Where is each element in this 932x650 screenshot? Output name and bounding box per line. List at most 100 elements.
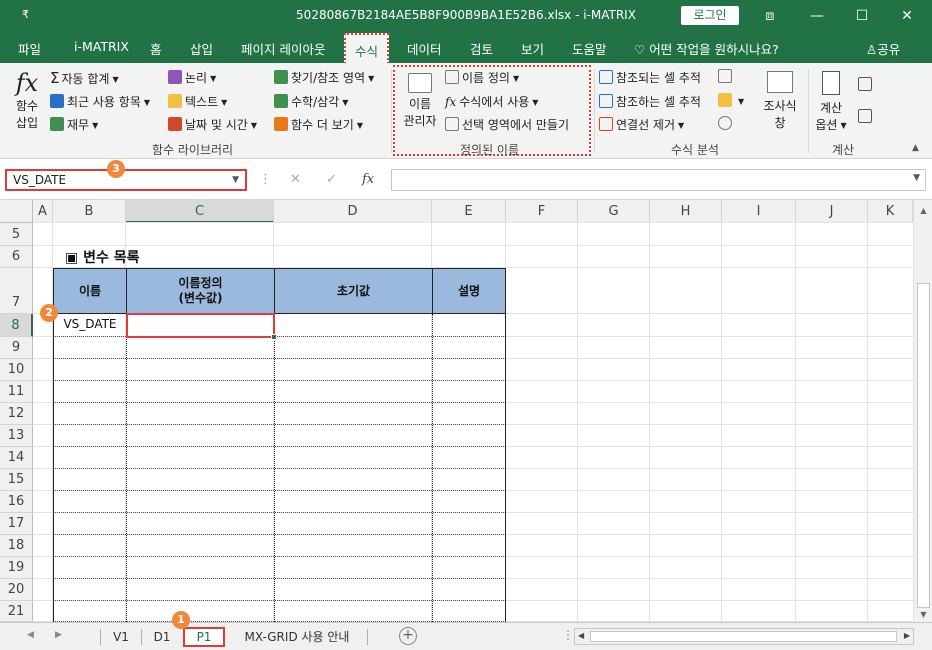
row-header-17[interactable]: 17 <box>0 513 33 535</box>
row-header-12[interactable]: 12 <box>0 403 33 425</box>
row-header-6[interactable]: 6 <box>0 246 33 268</box>
maximize-button[interactable]: ☐ <box>846 4 878 28</box>
column-header-c[interactable]: C <box>126 200 274 223</box>
sheet-tab-d1[interactable]: D1 <box>144 627 180 647</box>
select-all-corner[interactable] <box>0 200 33 223</box>
worksheet-grid[interactable]: ABCDEFGHIJK 5 6 7 8 9 10 11 12 13 14 15 16 17 18 19 20 2… <box>0 200 932 622</box>
calculate-sheet-icon[interactable] <box>858 109 875 124</box>
cancel-icon[interactable]: ✕ <box>290 172 301 187</box>
column-header-i[interactable]: I <box>722 200 796 223</box>
autosum-button[interactable]: Σ 자동 합계 ▼ <box>50 69 119 87</box>
name-box-dropdown-icon[interactable]: ▼ <box>232 171 239 189</box>
row-header-7[interactable]: 7 <box>0 268 33 314</box>
selected-cell-c8[interactable] <box>126 313 277 340</box>
tab-page-layout[interactable]: 페이지 레이아웃 <box>241 39 325 58</box>
close-button[interactable]: ✕ <box>891 4 923 28</box>
vertical-scrollbar[interactable]: ▲ ▼ <box>913 200 932 622</box>
row-header-19[interactable]: 19 <box>0 557 33 579</box>
column-header-g[interactable]: G <box>578 200 650 223</box>
enter-icon[interactable]: ✓ <box>326 172 337 187</box>
math-trig-button[interactable]: 수학/삼각 ▼ <box>274 93 348 110</box>
sheet-tab-v1[interactable]: V1 <box>103 627 139 647</box>
share-button[interactable]: ♙공유 <box>866 39 900 58</box>
recent-functions-button[interactable]: 최근 사용 항목 ▼ <box>50 93 150 110</box>
row-header-11[interactable]: 11 <box>0 381 33 403</box>
vertical-scroll-thumb[interactable] <box>917 283 930 608</box>
column-header-e[interactable]: E <box>432 200 506 223</box>
calculation-options-button[interactable]: 계산 옵션 ▼ <box>813 71 849 133</box>
scroll-down-icon[interactable]: ▼ <box>914 610 932 619</box>
sheet-tab-mx-grid-guide[interactable]: MX-GRID 사용 안내 <box>232 627 362 647</box>
row-header-14[interactable]: 14 <box>0 447 33 469</box>
tab-imatrix[interactable]: i-MATRIX <box>74 39 129 54</box>
row-header-18[interactable]: 18 <box>0 535 33 557</box>
horizontal-scrollbar[interactable]: ◀ ▶ <box>574 628 914 645</box>
column-header-d[interactable]: D <box>274 200 432 223</box>
show-formulas-icon[interactable] <box>718 69 735 84</box>
minimize-button[interactable]: — <box>801 4 833 28</box>
error-checking-icon[interactable]: ▼ <box>718 93 744 108</box>
scroll-up-icon[interactable]: ▲ <box>914 206 932 215</box>
insert-function-icon[interactable]: fx <box>362 172 374 187</box>
login-button[interactable]: 로그인 <box>681 6 739 25</box>
tab-split-icon[interactable]: ⋮ <box>562 628 574 642</box>
row-header-21[interactable]: 21 <box>0 601 33 622</box>
evaluate-formula-icon[interactable] <box>718 116 735 131</box>
row-header-20[interactable]: 20 <box>0 579 33 601</box>
cell-b8-name[interactable]: VS_DATE <box>53 317 127 331</box>
row-header-5[interactable]: 5 <box>0 223 33 246</box>
tell-me-search[interactable]: ♡ 어떤 작업을 원하시나요? <box>634 39 779 58</box>
more-functions-button[interactable]: 함수 더 보기 ▼ <box>274 116 363 133</box>
row-header-16[interactable]: 16 <box>0 491 33 513</box>
use-in-formula-button[interactable]: fx 수식에서 사용 ▼ <box>445 93 538 110</box>
tab-home[interactable]: 홈 <box>150 39 162 58</box>
scroll-left-icon[interactable]: ◀ <box>578 631 584 640</box>
insert-function-button[interactable]: fx 함수 삽입 <box>12 69 42 131</box>
lookup-reference-button[interactable]: 찾기/참조 영역 ▼ <box>274 69 374 86</box>
create-from-selection-button[interactable]: 선택 영역에서 만들기 <box>445 116 569 133</box>
column-header-j[interactable]: J <box>796 200 868 223</box>
calculate-now-icon[interactable] <box>858 77 875 92</box>
add-sheet-button[interactable]: + <box>399 627 417 645</box>
financial-button[interactable]: 재무 ▼ <box>50 116 98 133</box>
formula-input[interactable]: ▼ <box>391 169 926 191</box>
name-manager-button[interactable]: 이름 관리자 <box>400 73 440 129</box>
row-header-13[interactable]: 13 <box>0 425 33 447</box>
row-header-8[interactable]: 8 <box>0 314 33 337</box>
tab-help[interactable]: 도움말 <box>572 39 607 58</box>
tab-view[interactable]: 보기 <box>521 39 544 58</box>
trace-precedents-button[interactable]: 참조되는 셀 추적 <box>599 69 701 86</box>
row-header-15[interactable]: 15 <box>0 469 33 491</box>
tab-insert[interactable]: 삽입 <box>190 39 213 58</box>
collapse-ribbon-icon[interactable]: ▲ <box>912 143 919 153</box>
define-name-button[interactable]: 이름 정의 ▼ <box>445 69 519 86</box>
trace-dependents-button[interactable]: 참조하는 셀 추적 <box>599 93 701 110</box>
tab-separator <box>367 629 368 645</box>
tab-data[interactable]: 데이터 <box>407 39 442 58</box>
column-header-f[interactable]: F <box>506 200 578 223</box>
sheet-tab-p1[interactable]: P1 <box>183 627 225 647</box>
scroll-right-icon[interactable]: ▶ <box>904 631 910 640</box>
remove-arrows-button[interactable]: 연결선 제거 ▼ <box>599 116 684 133</box>
fill-handle[interactable] <box>271 334 277 340</box>
horizontal-scroll-thumb[interactable] <box>590 631 897 642</box>
column-header-h[interactable]: H <box>650 200 722 223</box>
tab-file[interactable]: 파일 <box>18 39 41 58</box>
column-header-b[interactable]: B <box>53 200 126 223</box>
ribbon-display-icon[interactable]: ⧈ <box>754 4 786 28</box>
tab-review[interactable]: 검토 <box>470 39 493 58</box>
column-header-k[interactable]: K <box>868 200 913 223</box>
row-header-10[interactable]: 10 <box>0 359 33 381</box>
prev-sheet-icon[interactable]: ◀ <box>27 630 34 640</box>
ribbon-separator <box>391 69 392 153</box>
row-header-9[interactable]: 9 <box>0 337 33 359</box>
tab-formulas[interactable]: 수식 <box>344 33 390 64</box>
name-box[interactable]: VS_DATE ▼ <box>5 169 247 191</box>
next-sheet-icon[interactable]: ▶ <box>55 630 62 640</box>
expand-formula-icon[interactable]: ▼ <box>913 173 920 183</box>
text-functions-button[interactable]: 텍스트 ▼ <box>168 93 227 110</box>
logical-button[interactable]: 논리 ▼ <box>168 69 216 86</box>
datetime-button[interactable]: 날짜 및 시간 ▼ <box>168 116 257 133</box>
watch-window-button[interactable]: 조사식 창 <box>760 71 800 131</box>
column-header-a[interactable]: A <box>33 200 53 223</box>
